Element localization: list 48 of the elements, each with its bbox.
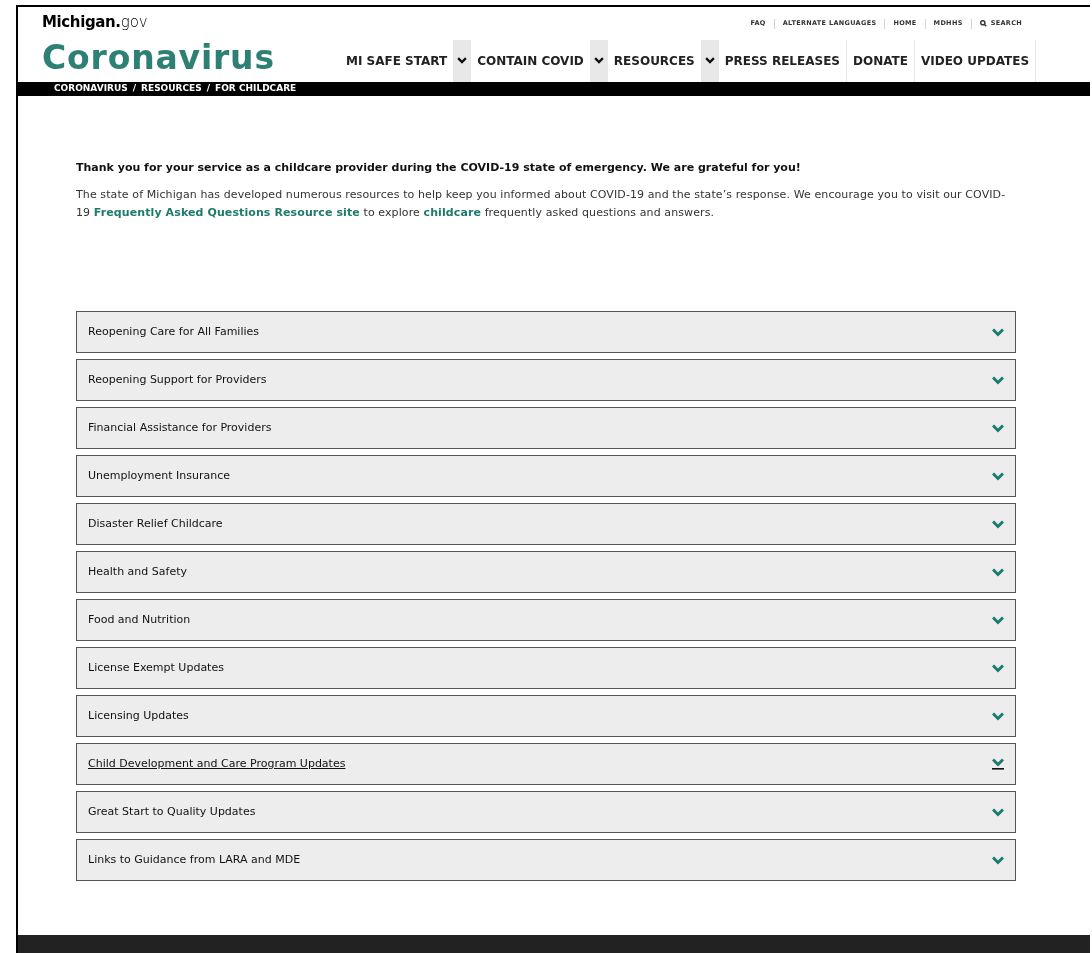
- chevron-down-icon: [992, 758, 1004, 770]
- site-title[interactable]: Coronavirus: [42, 40, 328, 82]
- accordion-header[interactable]: Disaster Relief Childcare: [76, 503, 1016, 545]
- inline-link[interactable]: Frequently Asked Questions Resource site: [93, 206, 360, 219]
- accordion-header[interactable]: Child Development and Care Program Updates: [76, 743, 1016, 785]
- breadcrumb-link[interactable]: RESOURCES: [141, 81, 202, 96]
- intro-heading: Thank you for your service as a childcare provider during the COVID-19 state of emergency. We are grateful for you!: [76, 159, 802, 176]
- chevron-down-icon: [992, 615, 1004, 625]
- accordion-header[interactable]: Great Start to Quality Updates: [76, 791, 1016, 833]
- breadcrumb-separator: /: [132, 81, 137, 95]
- accordion-header[interactable]: Reopening Care for All Families: [76, 311, 1016, 353]
- chevron-down-icon: [593, 57, 604, 64]
- chevron-down-icon: [992, 807, 1004, 817]
- chevron-down-icon: [992, 855, 1004, 865]
- accordion-header[interactable]: Health and Safety: [76, 551, 1016, 593]
- nav-link[interactable]: DONATE: [847, 39, 914, 82]
- chevron-down-icon: [992, 471, 1004, 481]
- dropdown-toggle[interactable]: [589, 39, 608, 82]
- breadcrumb-link[interactable]: FOR CHILDCARE: [215, 81, 297, 96]
- breadcrumb-link[interactable]: CORONAVIRUS: [54, 81, 128, 96]
- accordion-header[interactable]: Reopening Support for Providers: [76, 359, 1016, 401]
- nav-link[interactable]: RESOURCES: [607, 39, 701, 82]
- site-logo[interactable]: Michigan.gov: [42, 13, 148, 31]
- accordion-header[interactable]: Links to Guidance from LARA and MDE: [76, 839, 1016, 881]
- search-icon: [979, 20, 987, 28]
- accordion-header[interactable]: Food and Nutrition: [76, 599, 1016, 641]
- accordion-header[interactable]: License Exempt Updates: [76, 647, 1016, 689]
- chevron-down-icon: [457, 57, 468, 64]
- inline-link[interactable]: childcare: [423, 206, 482, 219]
- chevron-down-icon: [992, 423, 1004, 433]
- nav-link[interactable]: VIDEO UPDATES: [914, 39, 1036, 82]
- dropdown-toggle[interactable]: [453, 39, 472, 82]
- accordion-header[interactable]: Unemployment Insurance: [76, 455, 1016, 497]
- chevron-down-icon: [992, 663, 1004, 673]
- nav-link[interactable]: CONTAIN COVID: [471, 39, 590, 82]
- nav-link[interactable]: PRESS RELEASES: [718, 39, 846, 82]
- chevron-down-icon: [992, 327, 1004, 337]
- chevron-down-icon: [992, 519, 1004, 529]
- accordion-header[interactable]: Financial Assistance for Providers: [76, 407, 1016, 449]
- accordion-header[interactable]: Licensing Updates: [76, 695, 1016, 737]
- intro-paragraph: The state of Michigan has developed numerous resources to help keep you informed about COVID-19 and the state’s response. We encourage you to visit our COVID-19 Frequently Asked Questions Resource site to explore childcare frequently asked questions and answers.: [76, 187, 1007, 221]
- chevron-down-icon: [992, 711, 1004, 721]
- breadcrumb-separator: /: [206, 81, 211, 95]
- dropdown-toggle[interactable]: [700, 39, 719, 82]
- chevron-down-icon: [992, 375, 1004, 385]
- chevron-down-icon: [704, 57, 715, 64]
- chevron-down-icon: [992, 567, 1004, 577]
- nav-link[interactable]: MI SAFE START: [340, 39, 454, 82]
